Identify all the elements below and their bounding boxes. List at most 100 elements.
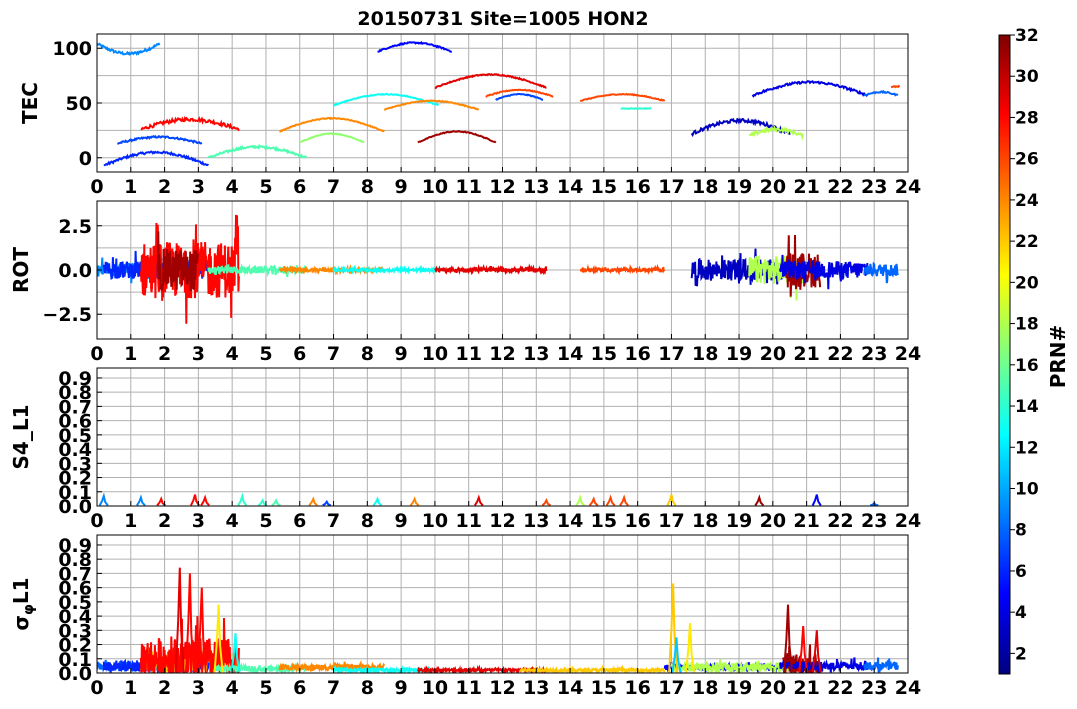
x-tick-label: 15	[591, 343, 617, 365]
colorbar-tick-label: 28	[1015, 108, 1039, 128]
y-tick-label: 0.9	[58, 368, 92, 390]
x-tick-label: 11	[455, 510, 481, 532]
x-tick-label: 11	[455, 176, 481, 198]
series-prn-4	[751, 80, 869, 98]
x-tick-label: 21	[793, 176, 819, 198]
x-tick-label: 3	[192, 343, 205, 365]
series-prn-29	[434, 263, 548, 276]
x-tick-label: 19	[726, 176, 752, 198]
spike-prn-26	[588, 496, 599, 506]
colorbar-tick-label: 12	[1015, 438, 1039, 458]
x-tick-label: 12	[489, 677, 515, 699]
colorbar-tick-label: 22	[1015, 232, 1039, 252]
x-tick-label: 24	[895, 176, 921, 198]
spike-prn-28	[200, 494, 210, 506]
spike-prn-24	[308, 496, 318, 506]
series-prn-28	[140, 115, 240, 132]
x-tick-label: 21	[793, 343, 819, 365]
x-tick-label: 12	[489, 176, 515, 198]
colorbar: 2468101214161820222426283032PRN#	[998, 26, 1070, 675]
x-tick-label: 2	[158, 176, 171, 198]
x-tick-label: 4	[226, 343, 239, 365]
series-prn-22	[518, 664, 666, 673]
figure: 20150731 Site=1005 HON2 0 1 2 3 4 5 6 7 8 9 10 11 12…	[9, 8, 1070, 699]
x-tick-label: 10	[422, 677, 448, 699]
colorbar-tick-label: 26	[1015, 150, 1039, 170]
x-tick-label: 18	[692, 510, 718, 532]
x-tick-label: 19	[726, 510, 752, 532]
spike-prn-26	[605, 494, 616, 506]
x-tick-label: 0	[90, 176, 103, 198]
x-tick-label: 21	[793, 677, 819, 699]
x-tick-label: 8	[361, 343, 374, 365]
colorbar-tick-label: 16	[1015, 356, 1039, 376]
x-tick-label: 14	[557, 510, 583, 532]
x-tick-label: 10	[422, 176, 448, 198]
series-prn-24	[279, 116, 385, 133]
x-tick-label: 0	[90, 343, 103, 365]
series-prn-8	[863, 657, 899, 673]
grid	[96, 368, 909, 506]
x-tick-label: 8	[361, 677, 374, 699]
colorbar-tick-label: 32	[1015, 26, 1039, 46]
spike-prn-26	[541, 497, 552, 506]
x-tick-label: 22	[827, 510, 853, 532]
x-tick-label: 7	[327, 677, 340, 699]
x-tick-label: 23	[861, 510, 887, 532]
x-tick-label: 13	[523, 343, 549, 365]
colorbar-tick-label: 30	[1015, 67, 1039, 87]
x-tick-label: 14	[557, 176, 583, 198]
x-tick-label: 6	[293, 677, 306, 699]
series-prn-6	[103, 150, 210, 167]
spike-prn-14	[237, 492, 248, 506]
x-tick-label: 23	[861, 343, 887, 365]
spike-prn-31	[754, 494, 765, 506]
x-tick-label: 8	[361, 176, 374, 198]
x-tick-label: 10	[422, 343, 448, 365]
x-tick-label: 18	[692, 343, 718, 365]
x-tick-label: 11	[455, 677, 481, 699]
series-prn-26	[579, 92, 666, 103]
colorbar-tick-label: 8	[1015, 521, 1027, 541]
x-tick-label: 22	[827, 176, 853, 198]
x-tick-label: 19	[726, 677, 752, 699]
x-tick-label: 20	[760, 677, 786, 699]
x-tick-label: 6	[293, 343, 306, 365]
x-tick-label: 7	[327, 176, 340, 198]
x-tick-label: 16	[624, 677, 650, 699]
panel-1: 0 1 2 3 4 5 6 7 8 9 10 11 12 13 14 15 16 17 18 19 20 21 22 23 24…	[18, 33, 921, 198]
x-tick-label: 1	[124, 176, 137, 198]
series-group	[97, 214, 899, 324]
grid	[96, 34, 909, 172]
x-tick-label: 20	[760, 176, 786, 198]
x-tick-label: 24	[895, 510, 921, 532]
x-tick-label: 18	[692, 677, 718, 699]
colorbar-label: PRN#	[1046, 325, 1070, 389]
spike-prn-28	[156, 496, 166, 506]
x-tick-label: 16	[624, 343, 650, 365]
x-tick-label: 4	[226, 677, 239, 699]
series-prn-31	[156, 231, 200, 292]
x-tick-label: 10	[422, 510, 448, 532]
x-tick-label: 17	[658, 677, 684, 699]
spike-prn-18	[575, 494, 586, 506]
panel-3: 0 1 2 3 4 5 6 7 8 9 10 11 12 13 14 15 16 17 18 19 20 21 22 23 24…	[9, 367, 921, 532]
x-tick-label: 12	[489, 343, 515, 365]
x-tick-label: 7	[327, 343, 340, 365]
colorbar-tick-label: 4	[1015, 603, 1027, 623]
y-axis-label: ROT	[9, 247, 33, 293]
x-tick-label: 12	[489, 510, 515, 532]
x-tick-label: 13	[523, 176, 549, 198]
x-tick-label: 24	[895, 677, 921, 699]
series-group	[97, 567, 899, 673]
y-tick-label: 2.5	[58, 216, 92, 238]
series-group	[97, 40, 901, 167]
spike-prn-5	[811, 494, 822, 506]
series-prn-8	[863, 89, 899, 97]
spike-prn-29	[473, 494, 484, 506]
spike-prn-26	[619, 494, 629, 506]
x-tick-label: 14	[557, 343, 583, 365]
y-tick-label: 100	[52, 38, 92, 60]
y-axis-label: σφL1	[9, 577, 37, 630]
series-prn-26	[579, 263, 666, 276]
